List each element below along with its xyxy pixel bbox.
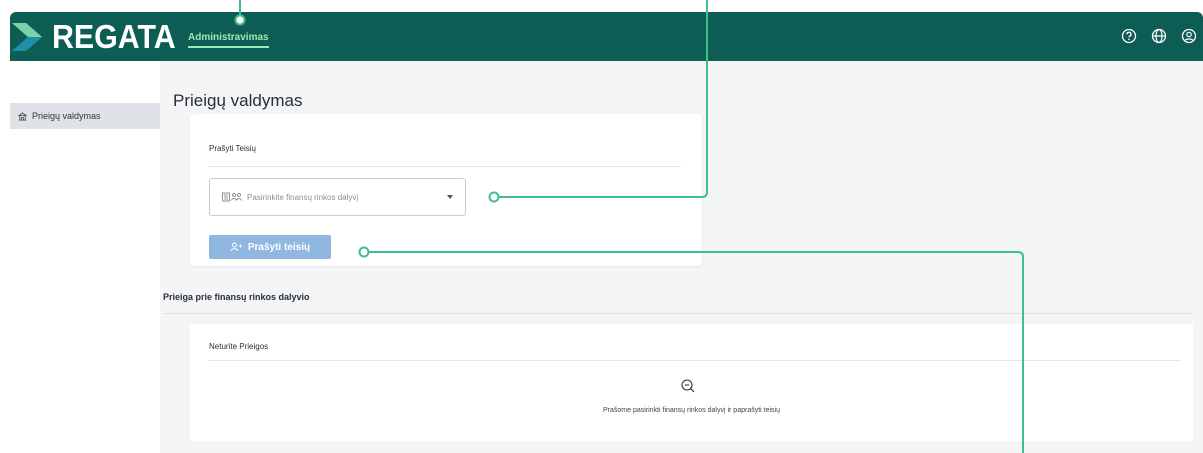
access-card: Neturite Prieigos Prašome pasirinkti fin… [190,324,1193,441]
regata-chevron-icon [12,23,42,51]
top-navigation-bar: REGATA Administravimas [10,12,1203,61]
access-section-title: Prieiga prie finansų rinkos dalyvio [163,292,310,302]
request-rights-card: Prašyti Teisių Pasirinkite finansų rinko… [190,114,702,266]
access-card-title: Neturite Prieigos [209,342,269,351]
screenshot-frame: REGATA Administravimas Prieigų valdymas [0,0,1203,453]
help-icon[interactable] [1119,26,1139,46]
participant-select[interactable]: Pasirinkite finansų rinkos dalyvį [209,178,466,216]
request-rights-button[interactable]: Prašyti teisių [209,235,331,259]
institution-icon [222,192,242,202]
user-icon[interactable] [1179,26,1199,46]
logo-text: REGATA [52,18,176,55]
divider [209,360,1181,361]
select-placeholder: Pasirinkite finansų rinkos dalyvį [247,192,359,202]
empty-state-message: Prašome pasirinkti finansų rinkos dalyvį… [602,407,781,414]
page-title: Prieigų valdymas [173,91,303,110]
section-divider [163,313,1193,314]
request-card-title: Prašyti Teisių [209,144,256,153]
regata-logo[interactable]: REGATA [12,18,186,56]
sidebar-item-label: Prieigų valdymas [32,111,101,121]
globe-icon[interactable] [1149,26,1169,46]
sidebar: Prieigų valdymas [10,61,160,453]
add-user-icon [230,242,242,252]
zoom-out-icon [680,378,696,399]
chevron-down-icon [447,195,453,199]
header-icons [1119,26,1199,46]
divider [209,166,681,167]
request-rights-button-label: Prašyti teisių [247,241,311,253]
nav-link-administravimas[interactable]: Administravimas [188,32,269,48]
sidebar-item-prieigu-valdymas[interactable]: Prieigų valdymas [10,103,160,129]
building-icon [18,111,27,121]
